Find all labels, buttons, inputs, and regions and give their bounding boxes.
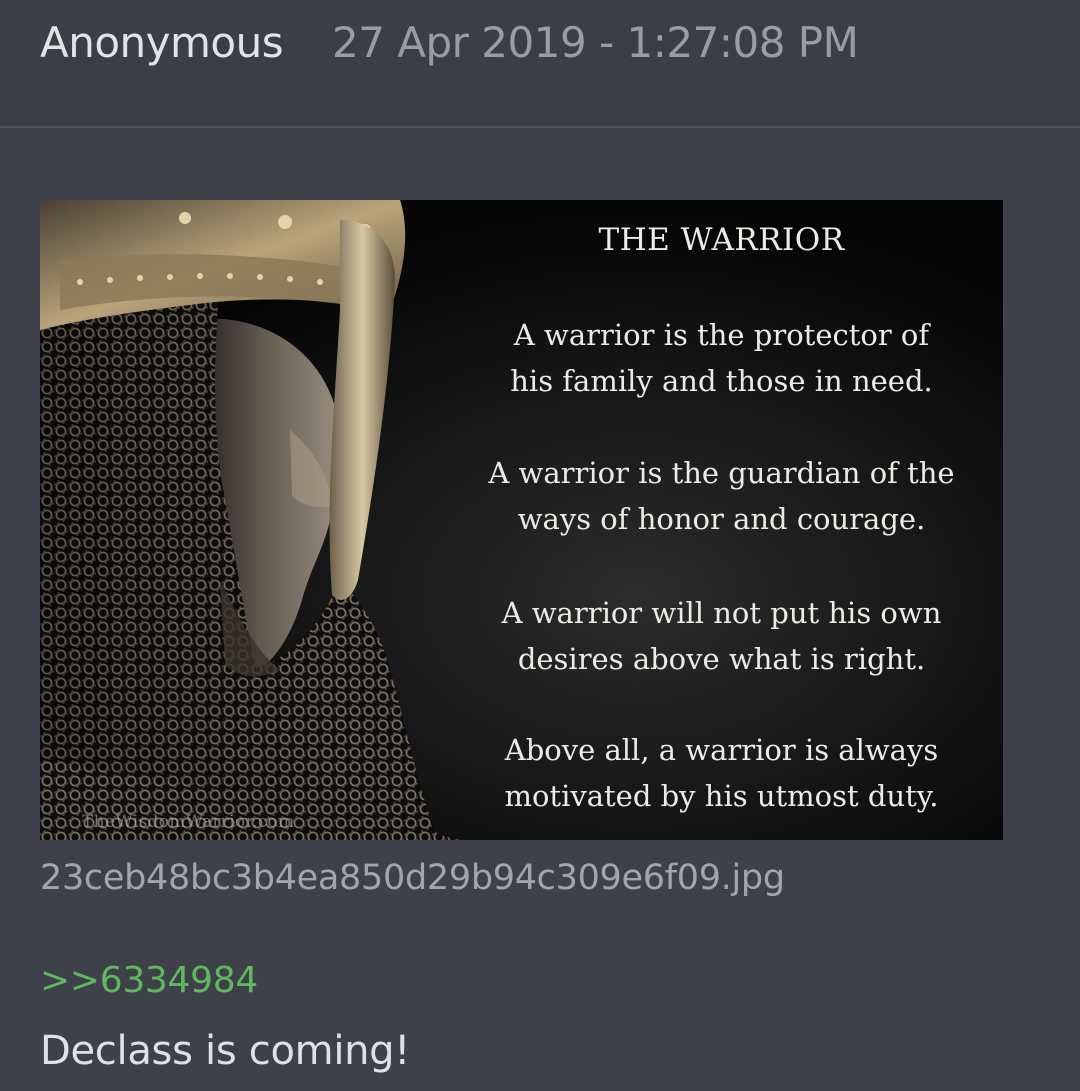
meme-line: A warrior is the guardian of the bbox=[488, 456, 955, 490]
attachment-filename[interactable]: 23ceb48bc3b4ea850d29b94c309e6f09.jpg bbox=[40, 858, 785, 898]
post-author: Anonymous bbox=[40, 18, 284, 67]
meme-line: Above all, a warrior is always bbox=[504, 733, 939, 767]
meme-title: THE WARRIOR bbox=[598, 222, 845, 258]
meme-line: motivated by his utmost duty. bbox=[504, 779, 939, 813]
meme-paragraph: A warrior will not put his own desires a… bbox=[440, 590, 1003, 682]
post-timestamp: 27 Apr 2019 - 1:27:08 PM bbox=[332, 18, 859, 67]
meme-line: A warrior is the protector of bbox=[513, 318, 930, 352]
attachment-image[interactable]: THE WARRIOR A warrior is the protector o… bbox=[40, 200, 1003, 840]
meme-line: A warrior will not put his own bbox=[501, 596, 942, 630]
post-message: Declass is coming! bbox=[40, 1028, 411, 1074]
meme-paragraph: A warrior is the guardian of the ways of… bbox=[440, 450, 1003, 542]
meme-text-block: THE WARRIOR A warrior is the protector o… bbox=[440, 200, 1003, 840]
meme-line: desires above what is right. bbox=[517, 642, 926, 676]
post-header: Anonymous 27 Apr 2019 - 1:27:08 PM bbox=[0, 0, 1080, 128]
image-watermark: TheWisdomWarrior.com bbox=[82, 812, 295, 832]
meme-line: his family and those in need. bbox=[510, 364, 933, 398]
meme-paragraph: A warrior is the protector of his family… bbox=[440, 312, 1003, 404]
post: Anonymous 27 Apr 2019 - 1:27:08 PM THE W… bbox=[0, 0, 1080, 1091]
meme-line: ways of honor and courage. bbox=[517, 502, 926, 536]
meme-paragraph: Above all, a warrior is always motivated… bbox=[440, 727, 1003, 819]
reply-quote-link[interactable]: >>6334984 bbox=[40, 960, 258, 1001]
